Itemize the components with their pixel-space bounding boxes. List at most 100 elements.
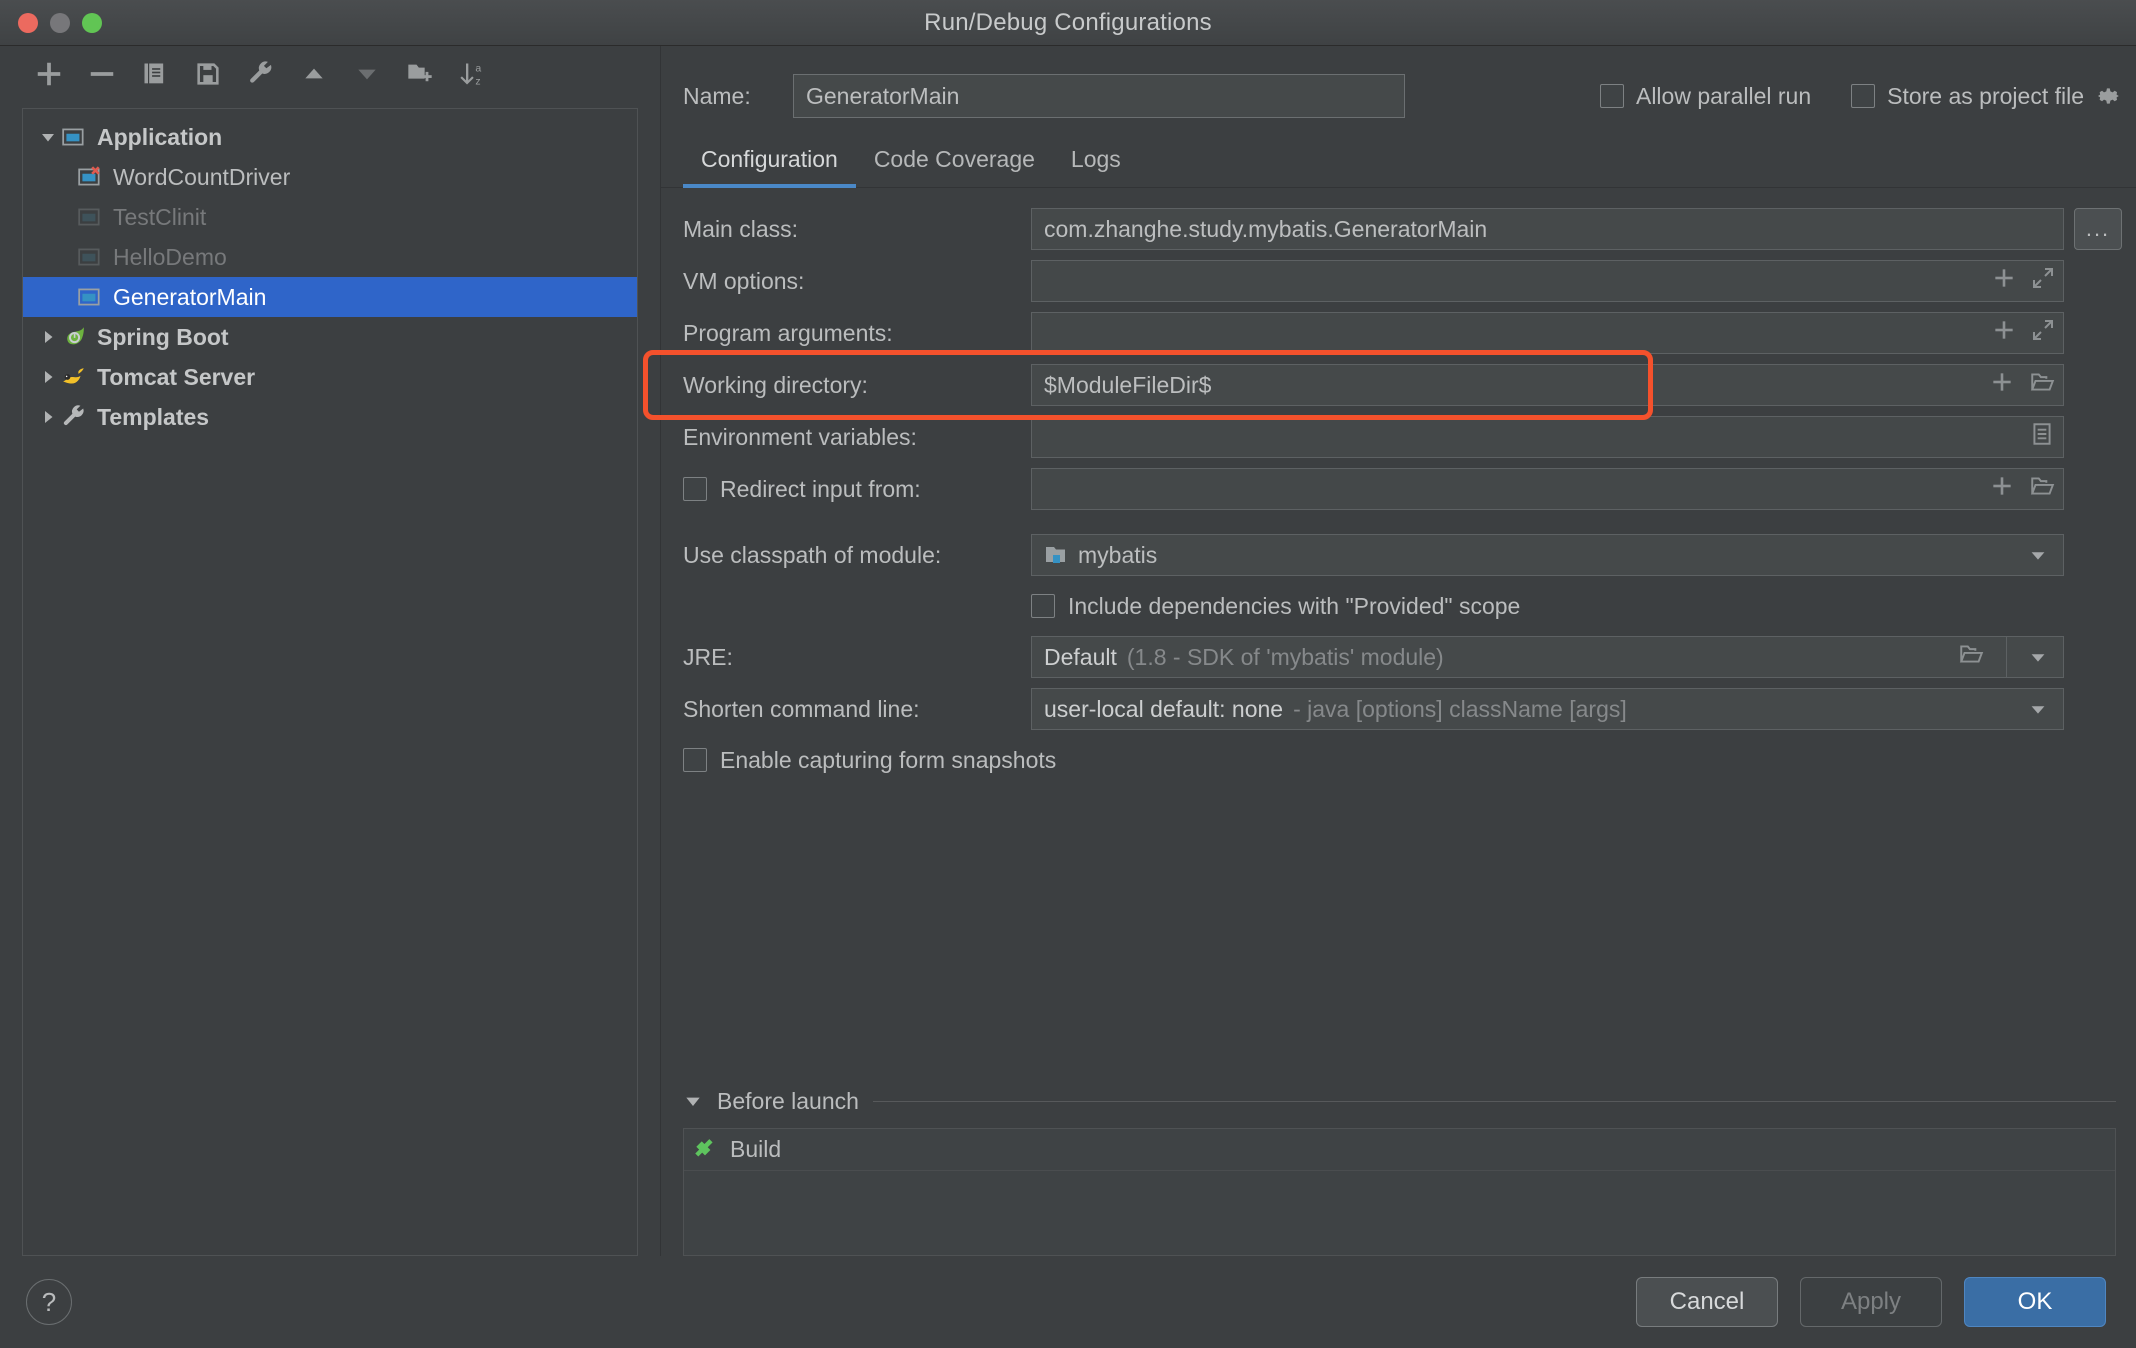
expand-icon[interactable] [2031, 318, 2055, 348]
move-up-button[interactable] [287, 51, 340, 97]
classpath-module-value: mybatis [1078, 541, 1158, 568]
chevron-down-icon[interactable] [2021, 646, 2055, 668]
jre-value-detail: (1.8 - SDK of 'mybatis' module) [1126, 643, 1444, 670]
working-directory-input[interactable]: $ModuleFileDir$ [1031, 364, 2064, 406]
redirect-input-field[interactable] [1031, 468, 2064, 510]
chevron-right-icon[interactable] [35, 328, 61, 346]
window-title: Run/Debug Configurations [924, 8, 1212, 36]
close-window-button[interactable] [18, 12, 38, 33]
redirect-input-checkbox[interactable]: Redirect input from: [683, 476, 1031, 503]
application-icon [77, 284, 111, 310]
tomcat-icon [61, 364, 95, 390]
chevron-down-icon[interactable] [35, 128, 61, 146]
environment-variables-input[interactable] [1031, 416, 2064, 458]
cancel-button[interactable]: Cancel [1636, 1277, 1778, 1327]
allow-parallel-run-checkbox[interactable]: Allow parallel run [1599, 83, 1811, 110]
tree-item-spring-boot[interactable]: Spring Boot [23, 317, 637, 357]
classpath-module-label: Use classpath of module: [683, 541, 942, 568]
header-options: Allow parallel run Store as project file [1599, 83, 2136, 110]
form-snapshots-checkbox[interactable]: Enable capturing form snapshots [683, 747, 1056, 774]
configurations-tree[interactable]: Application WordCountDriver TestClinit Hell… [22, 108, 638, 1256]
tree-item-tomcat-server[interactable]: Tomcat Server [23, 357, 637, 397]
folder-icon[interactable] [1958, 641, 1984, 673]
include-provided-box[interactable] [1031, 594, 1055, 618]
build-hammer-icon [692, 1137, 718, 1163]
allow-parallel-run-box[interactable] [1599, 84, 1624, 108]
add-configuration-button[interactable] [22, 51, 75, 97]
chevron-down-icon[interactable] [683, 1091, 703, 1111]
program-arguments-label: Program arguments: [683, 319, 893, 346]
tab-logs[interactable]: Logs [1053, 146, 1139, 187]
plus-icon[interactable] [1989, 369, 2015, 401]
plus-icon[interactable] [1989, 473, 2015, 505]
chevron-right-icon[interactable] [35, 368, 61, 386]
program-arguments-input[interactable] [1031, 312, 2064, 354]
configurations-panel: a z Application WordCountDriver TestClinit… [0, 46, 660, 1256]
tab-code-coverage[interactable]: Code Coverage [856, 146, 1053, 187]
form-snapshots-box[interactable] [683, 748, 707, 772]
chevron-right-icon[interactable] [35, 408, 61, 426]
chevron-down-icon[interactable] [2021, 544, 2055, 566]
edit-templates-button[interactable] [234, 51, 287, 97]
tree-item-application[interactable]: Application [23, 117, 637, 157]
zoom-window-button[interactable] [82, 12, 102, 33]
spring-boot-icon [61, 324, 95, 350]
jre-combo[interactable]: Default (1.8 - SDK of 'mybatis' module) [1031, 636, 2064, 678]
before-launch-item-build[interactable]: Build [684, 1129, 2115, 1171]
help-button[interactable]: ? [26, 1279, 72, 1325]
configuration-form: Main class: com.zhanghe.study.mybatis.Ge… [643, 188, 2136, 1256]
tree-item-label: Templates [97, 403, 210, 430]
form-snapshots-row: Enable capturing form snapshots [661, 736, 2122, 784]
form-snapshots-label: Enable capturing form snapshots [720, 746, 1057, 773]
tree-item-templates[interactable]: Templates [23, 397, 637, 437]
copy-configuration-button[interactable] [128, 51, 181, 97]
folder-icon[interactable] [2029, 473, 2055, 505]
application-icon [61, 124, 95, 150]
create-folder-button[interactable] [393, 51, 446, 97]
shorten-command-line-value: user-local default: none [1044, 695, 1284, 722]
tab-configuration[interactable]: Configuration [683, 146, 856, 188]
redirect-input-box[interactable] [683, 477, 707, 501]
main-class-input[interactable]: com.zhanghe.study.mybatis.GeneratorMain [1031, 208, 2064, 250]
tree-item-hellodemo[interactable]: HelloDemo [23, 237, 637, 277]
save-configuration-button[interactable] [181, 51, 234, 97]
before-launch-list[interactable]: Build [683, 1128, 2116, 1256]
plus-icon[interactable] [1991, 265, 2017, 297]
shorten-command-line-combo[interactable]: user-local default: none - java [options… [1031, 688, 2064, 730]
shorten-command-line-label: Shorten command line: [683, 695, 920, 722]
tree-item-generatormain[interactable]: GeneratorMain [23, 277, 637, 317]
minimize-window-button[interactable] [50, 12, 70, 33]
move-down-button[interactable] [340, 51, 393, 97]
tree-item-testclinit[interactable]: TestClinit [23, 197, 637, 237]
tree-item-label: TestClinit [113, 203, 207, 230]
classpath-module-combo[interactable]: mybatis [1031, 534, 2064, 576]
tree-item-label: Tomcat Server [97, 363, 256, 390]
vm-options-label: VM options: [683, 267, 805, 294]
chevron-down-icon[interactable] [2021, 698, 2055, 720]
name-row: Name: GeneratorMain Allow parallel run S… [661, 46, 2136, 120]
folder-icon[interactable] [2029, 369, 2055, 401]
list-icon[interactable] [2029, 421, 2055, 453]
sort-configurations-button[interactable]: a z [446, 51, 499, 97]
vm-options-input[interactable] [1031, 260, 2064, 302]
application-icon [77, 244, 111, 270]
remove-configuration-button[interactable] [75, 51, 128, 97]
ok-button[interactable]: OK [1964, 1277, 2106, 1327]
main-class-browse-button[interactable]: ... [2074, 208, 2122, 250]
expand-icon[interactable] [2031, 266, 2055, 296]
application-icon [77, 204, 111, 230]
shorten-command-line-row: Shorten command line: user-local default… [661, 684, 2122, 734]
gear-icon[interactable] [2096, 83, 2122, 109]
environment-variables-row: Environment variables: [661, 412, 2122, 462]
name-input[interactable]: GeneratorMain [793, 74, 1405, 118]
apply-button[interactable]: Apply [1800, 1277, 1942, 1327]
tree-item-wordcountdriver[interactable]: WordCountDriver [23, 157, 637, 197]
include-provided-checkbox[interactable]: Include dependencies with "Provided" sco… [1031, 593, 1520, 620]
before-launch-header[interactable]: Before launch [683, 1074, 2122, 1128]
jre-row: JRE: Default (1.8 - SDK of 'mybatis' mod… [661, 632, 2122, 682]
name-label: Name: [683, 82, 751, 109]
store-as-project-file-box[interactable] [1851, 84, 1876, 108]
plus-icon[interactable] [1991, 317, 2017, 349]
store-as-project-file-checkbox[interactable]: Store as project file [1851, 83, 2122, 110]
jre-value: Default [1044, 643, 1117, 670]
